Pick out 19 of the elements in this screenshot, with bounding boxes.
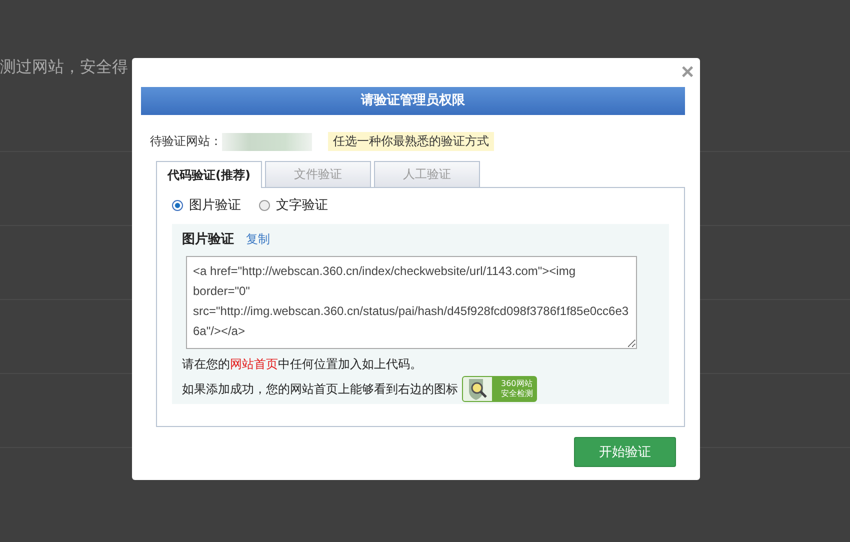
radio-label[interactable]: 文字验证: [276, 196, 328, 214]
dialog-title: 请验证管理员权限: [141, 87, 685, 115]
radio-button[interactable]: [259, 200, 270, 210]
start-verification-button[interactable]: 开始验证: [574, 437, 676, 467]
copy-link[interactable]: 复制: [246, 231, 270, 248]
site-label: 待验证网站：: [150, 133, 222, 150]
tab[interactable]: 文件验证: [265, 161, 371, 187]
security-badge: 360网站 安全检测: [462, 376, 537, 402]
radio-button[interactable]: [172, 200, 183, 210]
hint-text: 任选一种你最熟悉的验证方式: [328, 132, 494, 151]
code-field[interactable]: <a href="http://webscan.360.cn/index/checkwebsite/url/1143.com"><img border="0" src="http://img.webscan.360.cn/status/pai/hash/d45f928fcd098f3786f1f85e0cc6e36a"/></a>: [186, 256, 637, 349]
instruction-text: 请在您的网站首页中任何位置加入如上代码。: [182, 356, 423, 373]
result-text: 如果添加成功，您的网站首页上能够看到右边的图标: [182, 380, 458, 398]
close-button[interactable]: ×: [681, 61, 694, 83]
section-title: 图片验证: [182, 231, 234, 248]
page-text: 测过网站，安全得: [0, 57, 128, 78]
tab[interactable]: 人工验证: [374, 161, 480, 187]
tab[interactable]: 代码验证(推荐): [156, 161, 262, 188]
radio-label[interactable]: 图片验证: [189, 196, 241, 214]
